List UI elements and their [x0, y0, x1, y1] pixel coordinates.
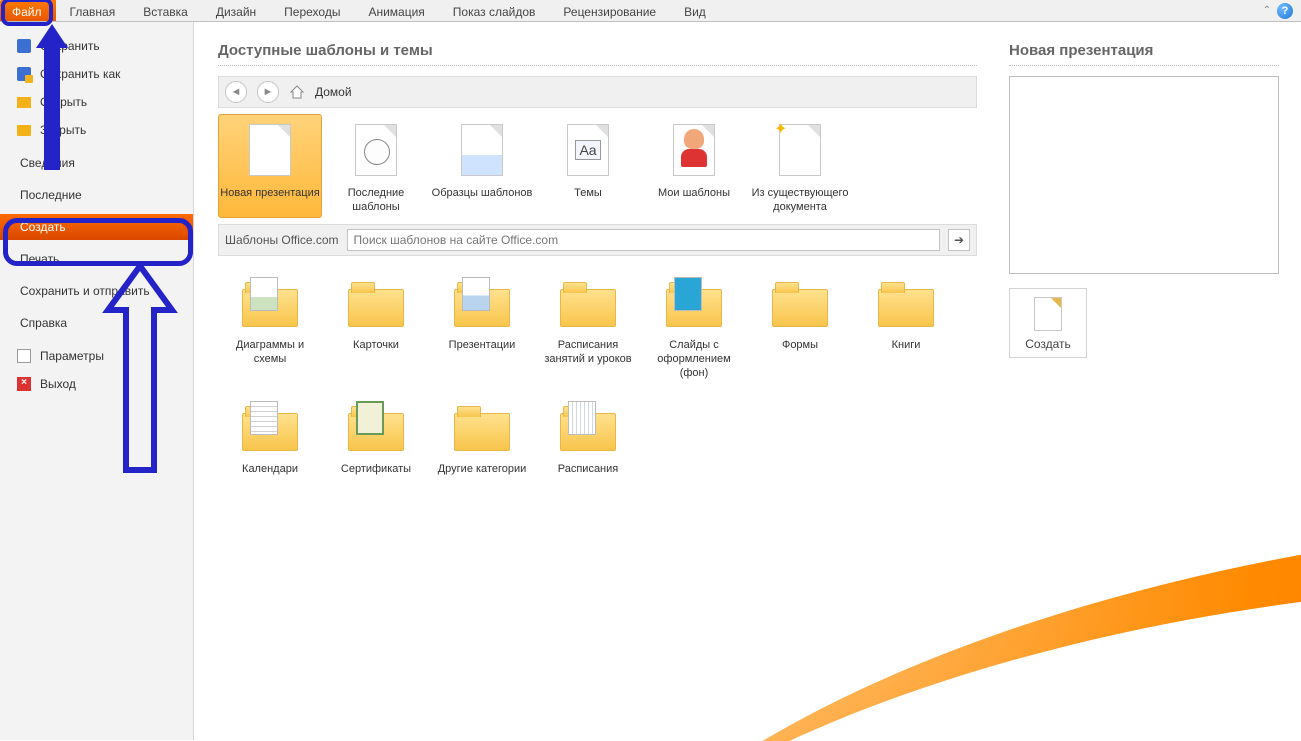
tab-design[interactable]: Дизайн [202, 0, 270, 21]
template-design-slides[interactable]: Слайды с оформлением (фон) [642, 266, 746, 384]
preview-pane: Новая презентация Создать [1001, 22, 1301, 740]
template-label: Мои шаблоны [643, 186, 745, 200]
office-templates-grid-2: Календари Сертификаты Другие категории Р… [218, 390, 977, 480]
create-button[interactable]: Создать [1009, 288, 1087, 358]
tab-insert[interactable]: Вставка [129, 0, 202, 21]
sidebar-label-exit: Выход [40, 377, 76, 391]
template-themes[interactable]: Aa Темы [536, 114, 640, 218]
backstage-view: Сохранить Сохранить как Открыть Закрыть … [0, 22, 1301, 740]
breadcrumb-home-label[interactable]: Домой [315, 85, 352, 99]
sidebar-item-recent[interactable]: Последние [0, 182, 193, 208]
template-label: Образцы шаблонов [431, 186, 533, 200]
save-icon [16, 38, 32, 54]
template-label: Календари [219, 462, 321, 476]
sidebar-label-open: Открыть [40, 95, 87, 109]
sidebar-label-help: Справка [20, 316, 67, 330]
template-forms[interactable]: Формы [748, 266, 852, 384]
tab-animation[interactable]: Анимация [354, 0, 438, 21]
open-icon [16, 94, 32, 110]
save-as-icon [16, 66, 32, 82]
template-label: Диаграммы и схемы [219, 338, 321, 366]
tab-transitions[interactable]: Переходы [270, 0, 354, 21]
ribbon: Файл Главная Вставка Дизайн Переходы Ани… [0, 0, 1301, 22]
template-certificates[interactable]: Сертификаты [324, 390, 428, 480]
sidebar-label-share: Сохранить и отправить [20, 284, 150, 298]
template-label: Слайды с оформлением (фон) [643, 338, 745, 380]
tab-file[interactable]: Файл [0, 0, 56, 21]
template-label: Карточки [325, 338, 427, 352]
tab-review[interactable]: Рецензирование [549, 0, 670, 21]
template-cards[interactable]: Карточки [324, 266, 428, 384]
template-new-presentation[interactable]: Новая презентация [218, 114, 322, 218]
nav-forward-button[interactable]: ► [257, 81, 279, 103]
tab-slideshow[interactable]: Показ слайдов [439, 0, 550, 21]
template-my-templates[interactable]: Мои шаблоны [642, 114, 746, 218]
nav-back-button[interactable]: ◄ [225, 81, 247, 103]
template-samples[interactable]: Образцы шаблонов [430, 114, 534, 218]
create-button-icon [1034, 297, 1062, 331]
sidebar-label-saveas: Сохранить как [40, 67, 120, 81]
template-label: Последние шаблоны [325, 186, 427, 214]
template-label: Сертификаты [325, 462, 427, 476]
minimize-ribbon-icon[interactable]: ⌃ [1263, 5, 1271, 16]
sidebar-label-new: Создать [20, 220, 66, 234]
sidebar-item-open[interactable]: Открыть [0, 88, 193, 116]
template-schedules-lessons[interactable]: Расписания занятий и уроков [536, 266, 640, 384]
exit-icon: × [16, 376, 32, 392]
template-label: Расписания [537, 462, 639, 476]
template-label: Из существую­щего документа [749, 186, 851, 214]
sidebar-label-options: Параметры [40, 349, 104, 363]
template-label: Расписания занятий и уроков [537, 338, 639, 366]
backstage-sidebar: Сохранить Сохранить как Открыть Закрыть … [0, 22, 194, 740]
sidebar-item-share[interactable]: Сохранить и отправить [0, 278, 193, 304]
backstage-main: Доступные шаблоны и темы ◄ ► Домой Новая… [194, 22, 1301, 740]
office-templates-label: Шаблоны Office.com [225, 233, 339, 247]
template-label: Формы [749, 338, 851, 352]
local-templates-grid: Новая презентация Последние шаблоны Обра… [218, 114, 977, 218]
sidebar-label-save: Сохранить [40, 39, 100, 53]
template-label: Новая презентация [219, 186, 321, 200]
search-go-button[interactable]: ➔ [948, 229, 970, 251]
template-label: Книги [855, 338, 957, 352]
sidebar-label-recent: Последние [20, 188, 82, 202]
sidebar-item-save[interactable]: Сохранить [0, 32, 193, 60]
template-recent[interactable]: Последние шаблоны [324, 114, 428, 218]
help-icon[interactable]: ? [1277, 3, 1293, 19]
template-label: Презентации [431, 338, 533, 352]
sidebar-item-info[interactable]: Сведения [0, 150, 193, 176]
sidebar-item-help[interactable]: Справка [0, 310, 193, 336]
template-timetables[interactable]: Расписания [536, 390, 640, 480]
options-icon [16, 348, 32, 364]
breadcrumb-bar: ◄ ► Домой [218, 76, 977, 108]
office-templates-bar: Шаблоны Office.com ➔ [218, 224, 977, 256]
template-from-existing[interactable]: ✦ Из существую­щего документа [748, 114, 852, 218]
home-icon[interactable] [289, 84, 305, 100]
create-button-label: Создать [1010, 337, 1086, 351]
sidebar-label-print: Печать [20, 252, 59, 266]
sidebar-label-info: Сведения [20, 156, 75, 170]
template-calendars[interactable]: Календари [218, 390, 322, 480]
template-presentations[interactable]: Презентации [430, 266, 534, 384]
preview-thumbnail [1009, 76, 1279, 274]
close-doc-icon [16, 122, 32, 138]
template-diagrams[interactable]: Диаграммы и схемы [218, 266, 322, 384]
search-input[interactable] [347, 229, 940, 251]
sidebar-item-options[interactable]: Параметры [0, 342, 193, 370]
template-books[interactable]: Книги [854, 266, 958, 384]
sidebar-item-exit[interactable]: × Выход [0, 370, 193, 398]
preview-title: Новая презентация [1009, 42, 1279, 59]
sidebar-item-saveas[interactable]: Сохранить как [0, 60, 193, 88]
tab-home[interactable]: Главная [56, 0, 130, 21]
template-label: Другие категории [431, 462, 533, 476]
template-label: Темы [537, 186, 639, 200]
sidebar-item-new[interactable]: Создать [0, 214, 193, 240]
office-templates-grid-1: Диаграммы и схемы Карточки Презентации Р… [218, 266, 977, 384]
tab-view[interactable]: Вид [670, 0, 720, 21]
section-title: Доступные шаблоны и темы [218, 42, 977, 59]
sidebar-label-close: Закрыть [40, 123, 86, 137]
template-other-categories[interactable]: Другие категории [430, 390, 534, 480]
sidebar-item-close[interactable]: Закрыть [0, 116, 193, 144]
sidebar-item-print[interactable]: Печать [0, 246, 193, 272]
